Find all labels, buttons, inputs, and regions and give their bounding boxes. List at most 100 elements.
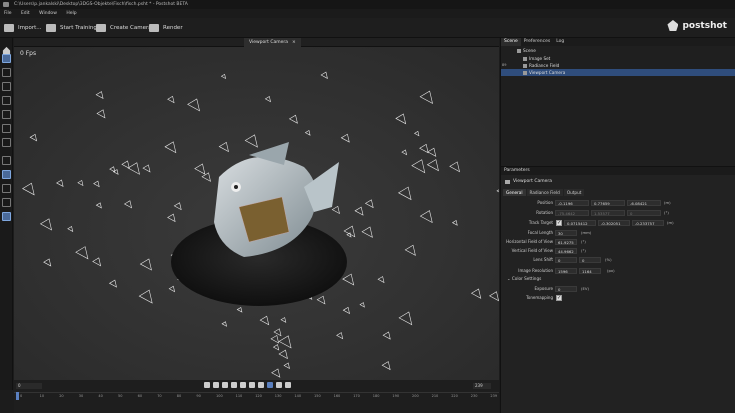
- ruler-tick: 110: [235, 394, 243, 398]
- tab-log[interactable]: Log: [553, 38, 567, 46]
- home-icon[interactable]: [2, 40, 11, 55]
- keyframe-icon[interactable]: [276, 382, 282, 388]
- tab-radiance-field[interactable]: Radiance Field: [526, 189, 563, 196]
- tab-general[interactable]: General: [503, 189, 526, 196]
- scale-tool-icon[interactable]: [2, 110, 11, 119]
- resolution-unit: (px): [607, 268, 615, 273]
- camera-icon: [505, 179, 510, 184]
- track-target-z-field[interactable]: -0.233757: [632, 220, 664, 226]
- position-label: Position: [537, 200, 553, 205]
- right-panel: Scene Preferences Log Scene Image Set 89…: [500, 38, 735, 413]
- loop-icon[interactable]: [267, 382, 273, 388]
- ruler-tick: 50: [118, 394, 123, 398]
- ruler-tick: 20: [59, 394, 64, 398]
- crop-tool-icon[interactable]: [2, 124, 11, 133]
- start-frame-field[interactable]: 0: [16, 383, 42, 389]
- playhead[interactable]: [16, 392, 19, 400]
- focal-length-field[interactable]: 30: [555, 230, 577, 236]
- exposure-row: Exposure 0 (EV): [501, 285, 735, 293]
- ruler-tick: 140: [294, 394, 302, 398]
- tab-output[interactable]: Output: [563, 189, 585, 196]
- tab-preferences[interactable]: Preferences: [521, 38, 553, 46]
- track-target-checkbox[interactable]: ✓: [556, 220, 562, 226]
- menu-bar: File Edit Window Help: [0, 9, 735, 18]
- start-training-button[interactable]: Start Training: [46, 22, 97, 34]
- vfov-label: Vertical Field of View: [511, 248, 553, 253]
- play-icon[interactable]: [240, 382, 246, 388]
- play-back-icon[interactable]: [222, 382, 228, 388]
- first-frame-icon[interactable]: [204, 382, 210, 388]
- tree-item-image-set[interactable]: Image Set: [523, 55, 550, 62]
- last-frame-icon[interactable]: [258, 382, 264, 388]
- parameters-panel: Parameters Viewport Camera General Radia…: [501, 166, 735, 413]
- resolution-width-field[interactable]: 1596: [555, 268, 577, 274]
- tree-item-scene[interactable]: Scene: [517, 47, 536, 54]
- create-camera-label: Create Camera: [110, 25, 152, 31]
- viewport-tab-bar: Viewport Camera ×: [14, 38, 499, 47]
- ruler-tick: 80: [176, 394, 182, 398]
- lens-shift-y-field[interactable]: 0: [579, 257, 601, 263]
- exposure-field[interactable]: 0: [555, 286, 577, 292]
- ruler-tick: 239: [490, 394, 498, 398]
- menu-file[interactable]: File: [4, 11, 12, 16]
- position-x-field[interactable]: -0.1196: [555, 200, 589, 206]
- rotate-tool-icon[interactable]: [2, 96, 11, 105]
- tree-item-radiance-field[interactable]: Radiance Field: [523, 62, 559, 69]
- ruler-tick: 0: [20, 394, 23, 398]
- images-icon: [523, 56, 527, 61]
- ruler-tick: 200: [412, 394, 419, 398]
- ruler-tick: 40: [98, 394, 103, 398]
- rotation-y-field[interactable]: 1.53577: [591, 210, 625, 216]
- create-camera-button[interactable]: Create Camera: [96, 22, 152, 34]
- tab-scene[interactable]: Scene: [501, 38, 521, 46]
- end-frame-field[interactable]: 239: [473, 383, 491, 389]
- move-tool-icon[interactable]: [2, 82, 11, 91]
- axes-icon[interactable]: [2, 170, 11, 179]
- track-target-y-field[interactable]: -0.302051: [598, 220, 630, 226]
- ruler-tick: 220: [451, 394, 458, 398]
- track-target-x-field[interactable]: 0.0715412: [564, 220, 596, 226]
- tree-item-label: Radiance Field: [529, 63, 560, 68]
- grid-icon[interactable]: [2, 184, 11, 193]
- selected-object-label: Viewport Camera: [513, 179, 552, 184]
- 3d-viewport[interactable]: 0 Fps: [14, 47, 499, 380]
- timeline-ruler[interactable]: 0 10 20 30 40 50 60 70 80 90 100 110 120 130 140 150 160…: [14, 392, 499, 401]
- menu-edit[interactable]: Edit: [21, 11, 30, 16]
- close-icon[interactable]: ×: [292, 38, 296, 47]
- hfov-label: Horizontal Field of View: [506, 239, 553, 244]
- timeline-panel: 0 239 0 10 20 30 40 50 60 70 80 90 100 110 120 130 140…: [14, 380, 499, 413]
- menu-help[interactable]: Help: [66, 11, 76, 16]
- rotation-z-field[interactable]: 0: [627, 210, 661, 216]
- postshot-logo-icon: [667, 20, 679, 31]
- ruler-tick: 190: [392, 394, 400, 398]
- app-icon: [3, 2, 9, 7]
- brush-tool-icon[interactable]: [2, 138, 11, 147]
- hfov-field[interactable]: 61.9275: [555, 239, 577, 245]
- graph-icon[interactable]: [2, 198, 11, 207]
- tab-viewport-camera[interactable]: Viewport Camera ×: [244, 38, 301, 47]
- layers-icon[interactable]: [2, 156, 11, 165]
- rotation-x-field[interactable]: -75.4642: [555, 210, 589, 216]
- next-key-icon[interactable]: [249, 382, 255, 388]
- tree-item-viewport-camera[interactable]: Viewport Camera: [501, 69, 735, 76]
- position-z-field[interactable]: -6.08421: [627, 200, 661, 206]
- import-button[interactable]: Import...: [4, 22, 42, 34]
- select-tool-icon[interactable]: [2, 54, 11, 63]
- resolution-height-field[interactable]: 1164: [579, 268, 601, 274]
- tree-item-label: Image Set: [529, 56, 551, 61]
- vfov-field[interactable]: 44.9662: [555, 248, 577, 254]
- cameras-visible-icon[interactable]: [2, 212, 11, 221]
- menu-window[interactable]: Window: [39, 11, 57, 16]
- ruler-tick: 130: [274, 394, 282, 398]
- tonemapping-checkbox[interactable]: ✓: [556, 295, 562, 301]
- color-settings-header[interactable]: ⌄ Color Settings: [507, 276, 541, 281]
- prev-key-icon[interactable]: [213, 382, 219, 388]
- window-title: C:\Users\p.jankalski\Desktop\3DGS-Objekt…: [14, 2, 188, 7]
- lasso-tool-icon[interactable]: [2, 68, 11, 77]
- lens-shift-x-field[interactable]: 0: [555, 257, 577, 263]
- render-button[interactable]: Render: [149, 22, 183, 34]
- ruler-tick: 100: [216, 394, 223, 398]
- position-y-field[interactable]: 0.77659: [591, 200, 625, 206]
- stop-icon[interactable]: [231, 382, 237, 388]
- speed-icon[interactable]: [285, 382, 291, 388]
